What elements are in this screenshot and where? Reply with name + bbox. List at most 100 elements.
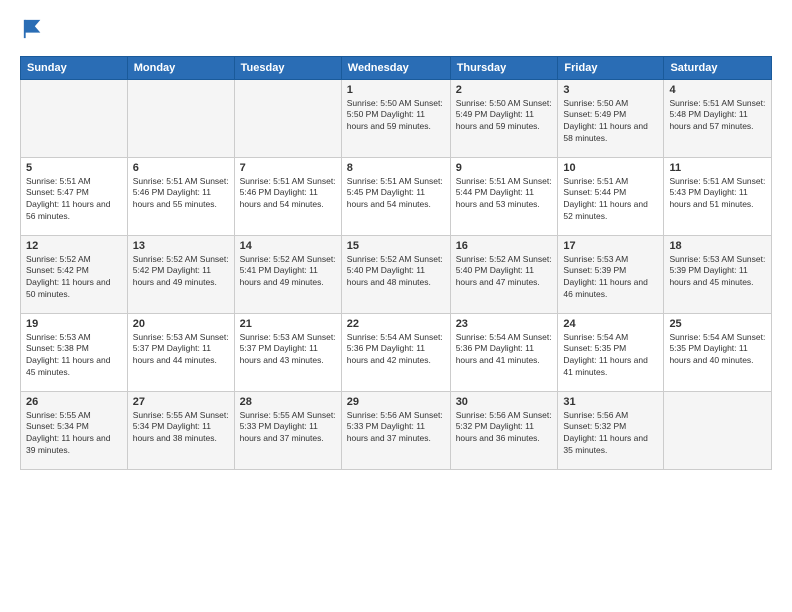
- day-number: 25: [669, 318, 766, 330]
- day-cell: 28Sunrise: 5:55 AM Sunset: 5:33 PM Dayli…: [234, 391, 341, 469]
- day-cell: 25 Sunrise: 5:54 AM Sunset: 5:35 PM Dayli…: [664, 313, 772, 391]
- day-cell: 10 Sunrise: 5:51 AM Sunset: 5:44 PM Dayli…: [558, 157, 664, 235]
- day-info: Sunrise: 5:56 AM Sunset: 5:32 PM Dayligh…: [456, 410, 553, 446]
- day-cell: 27Sunrise: 5:55 AM Sunset: 5:34 PM Dayli…: [127, 391, 234, 469]
- day-number: 11: [669, 162, 766, 174]
- day-info: Sunrise: 5:54 AM Sunset: 5:36 PM Dayligh…: [347, 332, 445, 368]
- day-cell: 20Sunrise: 5:53 AM Sunset: 5:37 PM Dayli…: [127, 313, 234, 391]
- day-number: 7: [240, 162, 336, 174]
- day-cell: 15 Sunrise: 5:52 AM Sunset: 5:40 PM Dayli…: [341, 235, 450, 313]
- day-info: Sunrise: 5:56 AM Sunset: 5:33 PM Dayligh…: [347, 410, 445, 446]
- day-cell: 1Sunrise: 5:50 AM Sunset: 5:50 PM Daylig…: [341, 79, 450, 157]
- day-cell: 23 Sunrise: 5:54 AM Sunset: 5:36 PM Dayli…: [450, 313, 558, 391]
- weekday-header-row: SundayMondayTuesdayWednesdayThursdayFrid…: [21, 56, 772, 79]
- day-number: 2: [456, 84, 553, 96]
- day-info: Sunrise: 5:52 AM Sunset: 5:42 PM Dayligh…: [26, 254, 122, 302]
- day-info: Sunrise: 5:53 AM Sunset: 5:37 PM Dayligh…: [240, 332, 336, 368]
- day-info: Sunrise: 5:51 AM Sunset: 5:43 PM Dayligh…: [669, 176, 766, 212]
- day-cell: 30 Sunrise: 5:56 AM Sunset: 5:32 PM Dayli…: [450, 391, 558, 469]
- header: [20, 18, 772, 46]
- day-info: Sunrise: 5:54 AM Sunset: 5:35 PM Dayligh…: [669, 332, 766, 368]
- day-info: Sunrise: 5:50 AM Sunset: 5:49 PM Dayligh…: [456, 98, 553, 134]
- day-info: Sunrise: 5:53 AM Sunset: 5:38 PM Dayligh…: [26, 332, 122, 380]
- week-row-3: 19 Sunrise: 5:53 AM Sunset: 5:38 PM Dayli…: [21, 313, 772, 391]
- day-info: Sunrise: 5:53 AM Sunset: 5:39 PM Dayligh…: [669, 254, 766, 290]
- day-number: 24: [563, 318, 658, 330]
- day-number: 1: [347, 84, 445, 96]
- day-cell: [664, 391, 772, 469]
- day-info: Sunrise: 5:51 AM Sunset: 5:46 PM Dayligh…: [240, 176, 336, 212]
- day-cell: 9Sunrise: 5:51 AM Sunset: 5:44 PM Daylig…: [450, 157, 558, 235]
- day-info: Sunrise: 5:50 AM Sunset: 5:49 PM Dayligh…: [563, 98, 658, 146]
- logo-flag-icon: [22, 18, 44, 40]
- day-number: 12: [26, 240, 122, 252]
- day-cell: 14 Sunrise: 5:52 AM Sunset: 5:41 PM Dayli…: [234, 235, 341, 313]
- day-cell: 3Sunrise: 5:50 AM Sunset: 5:49 PM Daylig…: [558, 79, 664, 157]
- day-cell: 26Sunrise: 5:55 AM Sunset: 5:34 PM Dayli…: [21, 391, 128, 469]
- day-info: Sunrise: 5:51 AM Sunset: 5:48 PM Dayligh…: [669, 98, 766, 134]
- day-cell: 22 Sunrise: 5:54 AM Sunset: 5:36 PM Dayli…: [341, 313, 450, 391]
- day-number: 10: [563, 162, 658, 174]
- day-info: Sunrise: 5:51 AM Sunset: 5:44 PM Dayligh…: [456, 176, 553, 212]
- day-number: 23: [456, 318, 553, 330]
- day-number: 21: [240, 318, 336, 330]
- day-info: Sunrise: 5:52 AM Sunset: 5:42 PM Dayligh…: [133, 254, 229, 290]
- day-number: 28: [240, 396, 336, 408]
- day-number: 14: [240, 240, 336, 252]
- day-cell: 11 Sunrise: 5:51 AM Sunset: 5:43 PM Dayli…: [664, 157, 772, 235]
- day-cell: 24 Sunrise: 5:54 AM Sunset: 5:35 PM Dayli…: [558, 313, 664, 391]
- day-number: 29: [347, 396, 445, 408]
- day-cell: [21, 79, 128, 157]
- day-number: 6: [133, 162, 229, 174]
- week-row-2: 12 Sunrise: 5:52 AM Sunset: 5:42 PM Dayli…: [21, 235, 772, 313]
- week-row-4: 26Sunrise: 5:55 AM Sunset: 5:34 PM Dayli…: [21, 391, 772, 469]
- day-info: Sunrise: 5:51 AM Sunset: 5:44 PM Dayligh…: [563, 176, 658, 224]
- day-info: Sunrise: 5:52 AM Sunset: 5:41 PM Dayligh…: [240, 254, 336, 290]
- day-info: Sunrise: 5:52 AM Sunset: 5:40 PM Dayligh…: [456, 254, 553, 290]
- day-cell: 5Sunrise: 5:51 AM Sunset: 5:47 PM Daylig…: [21, 157, 128, 235]
- day-cell: 29 Sunrise: 5:56 AM Sunset: 5:33 PM Dayli…: [341, 391, 450, 469]
- day-cell: 13 Sunrise: 5:52 AM Sunset: 5:42 PM Dayli…: [127, 235, 234, 313]
- day-cell: [127, 79, 234, 157]
- day-number: 31: [563, 396, 658, 408]
- day-number: 4: [669, 84, 766, 96]
- day-number: 16: [456, 240, 553, 252]
- week-row-1: 5Sunrise: 5:51 AM Sunset: 5:47 PM Daylig…: [21, 157, 772, 235]
- day-info: Sunrise: 5:53 AM Sunset: 5:39 PM Dayligh…: [563, 254, 658, 302]
- calendar-table: SundayMondayTuesdayWednesdayThursdayFrid…: [20, 56, 772, 470]
- day-cell: 2 Sunrise: 5:50 AM Sunset: 5:49 PM Daylig…: [450, 79, 558, 157]
- page: SundayMondayTuesdayWednesdayThursdayFrid…: [0, 0, 792, 612]
- logo: [20, 18, 44, 46]
- day-info: Sunrise: 5:54 AM Sunset: 5:36 PM Dayligh…: [456, 332, 553, 368]
- day-info: Sunrise: 5:51 AM Sunset: 5:47 PM Dayligh…: [26, 176, 122, 224]
- day-number: 13: [133, 240, 229, 252]
- week-row-0: 1Sunrise: 5:50 AM Sunset: 5:50 PM Daylig…: [21, 79, 772, 157]
- day-cell: 19 Sunrise: 5:53 AM Sunset: 5:38 PM Dayli…: [21, 313, 128, 391]
- day-cell: 6Sunrise: 5:51 AM Sunset: 5:46 PM Daylig…: [127, 157, 234, 235]
- day-cell: 17 Sunrise: 5:53 AM Sunset: 5:39 PM Dayli…: [558, 235, 664, 313]
- day-cell: 12 Sunrise: 5:52 AM Sunset: 5:42 PM Dayli…: [21, 235, 128, 313]
- day-cell: 21 Sunrise: 5:53 AM Sunset: 5:37 PM Dayli…: [234, 313, 341, 391]
- day-cell: 31Sunrise: 5:56 AM Sunset: 5:32 PM Dayli…: [558, 391, 664, 469]
- day-info: Sunrise: 5:52 AM Sunset: 5:40 PM Dayligh…: [347, 254, 445, 290]
- weekday-header-saturday: Saturday: [664, 56, 772, 79]
- weekday-header-wednesday: Wednesday: [341, 56, 450, 79]
- weekday-header-monday: Monday: [127, 56, 234, 79]
- day-number: 27: [133, 396, 229, 408]
- day-number: 19: [26, 318, 122, 330]
- day-info: Sunrise: 5:51 AM Sunset: 5:45 PM Dayligh…: [347, 176, 445, 212]
- logo-text: [20, 18, 44, 46]
- day-cell: [234, 79, 341, 157]
- day-info: Sunrise: 5:54 AM Sunset: 5:35 PM Dayligh…: [563, 332, 658, 380]
- day-number: 17: [563, 240, 658, 252]
- day-number: 20: [133, 318, 229, 330]
- day-number: 22: [347, 318, 445, 330]
- day-number: 15: [347, 240, 445, 252]
- day-number: 8: [347, 162, 445, 174]
- weekday-header-thursday: Thursday: [450, 56, 558, 79]
- weekday-header-sunday: Sunday: [21, 56, 128, 79]
- day-cell: 16 Sunrise: 5:52 AM Sunset: 5:40 PM Dayli…: [450, 235, 558, 313]
- day-number: 30: [456, 396, 553, 408]
- day-cell: 18Sunrise: 5:53 AM Sunset: 5:39 PM Dayli…: [664, 235, 772, 313]
- weekday-header-tuesday: Tuesday: [234, 56, 341, 79]
